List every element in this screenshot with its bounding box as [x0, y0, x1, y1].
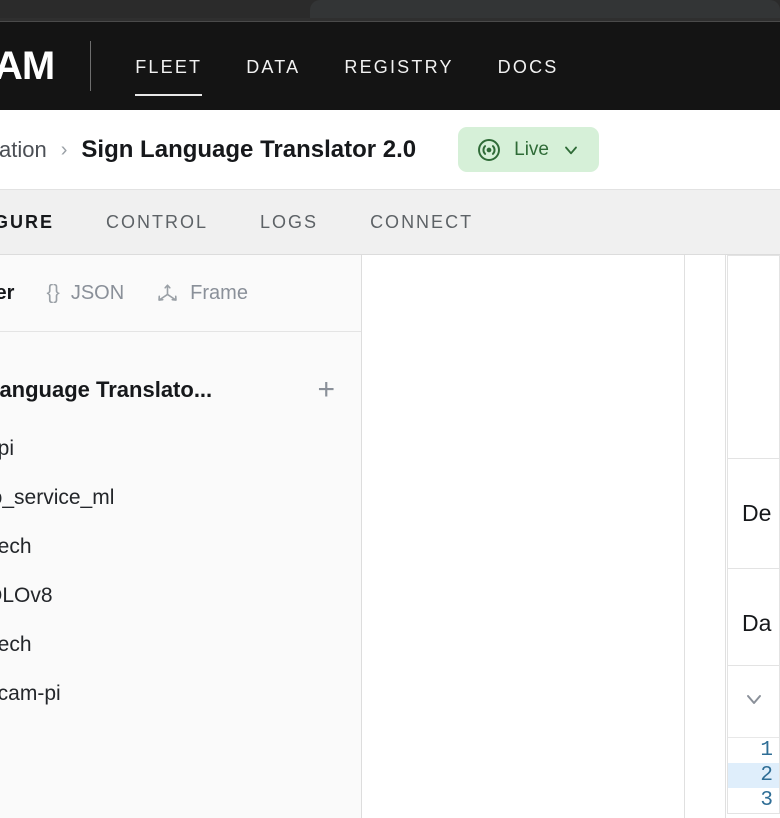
config-sidebar: ler {} JSON Frame Language Translato... …: [0, 255, 362, 818]
resource-label: lo_service_ml: [0, 486, 114, 510]
resource-label: eech: [0, 535, 32, 559]
list-item[interactable]: OLOv8: [0, 571, 361, 620]
chevron-down-icon[interactable]: [742, 687, 766, 716]
tab-logs[interactable]: LOGS: [234, 212, 344, 233]
mode-builder-label: ler: [0, 282, 14, 305]
right-panel-cards: De Da: [727, 255, 780, 679]
mode-frame-label: Frame: [190, 282, 248, 305]
code-line-number: 2: [728, 763, 779, 788]
resource-label: i-pi: [0, 437, 14, 461]
mode-frame[interactable]: Frame: [140, 282, 264, 305]
breadcrumb-parent[interactable]: cation: [0, 137, 47, 163]
resource-label: OLOv8: [0, 584, 53, 608]
panel-card-title: De: [742, 500, 771, 527]
breadcrumb-separator-icon: ›: [61, 140, 68, 160]
frame-axes-icon: [156, 282, 179, 305]
viam-logo[interactable]: AM: [0, 46, 54, 86]
tab-connect[interactable]: CONNECT: [344, 212, 499, 233]
add-resource-button[interactable]: +: [317, 375, 335, 405]
page-title: Sign Language Translator 2.0: [81, 136, 416, 164]
tab-configure[interactable]: GURE: [0, 212, 80, 233]
broadcast-icon: [476, 137, 502, 163]
nav-item-docs[interactable]: DOCS: [476, 51, 581, 82]
browser-chrome-strip: [0, 0, 780, 22]
resource-label: i-cam-pi: [0, 682, 61, 706]
list-item[interactable]: i-cam-pi: [0, 669, 361, 718]
resource-tree-list: i-pi lo_service_ml eech OLOv8 eech i-cam…: [0, 424, 361, 718]
status-badge[interactable]: Live: [458, 127, 599, 172]
code-editor-card: 1 2 3: [727, 665, 780, 814]
panel-card-title: Da: [742, 610, 771, 637]
list-item[interactable]: eech: [0, 522, 361, 571]
list-item[interactable]: lo_service_ml: [0, 473, 361, 522]
editor-mode-switch: ler {} JSON Frame: [0, 255, 361, 332]
chevron-down-icon[interactable]: [561, 140, 581, 160]
config-detail-panel: [363, 255, 685, 818]
tab-control[interactable]: CONTROL: [80, 212, 234, 233]
mode-json[interactable]: {} JSON: [30, 282, 140, 305]
list-item[interactable]: eech: [0, 620, 361, 669]
nav-item-data[interactable]: DATA: [224, 51, 322, 82]
right-panel-rail: [686, 255, 726, 818]
resource-label: eech: [0, 633, 32, 657]
code-editor-header[interactable]: [728, 666, 779, 738]
nav-item-fleet[interactable]: FLEET: [113, 51, 224, 82]
browser-tab[interactable]: [310, 0, 780, 18]
header-divider: [90, 41, 91, 91]
panel-card[interactable]: [727, 255, 780, 459]
status-badge-label: Live: [514, 139, 549, 161]
panel-card[interactable]: Da: [727, 569, 780, 679]
mode-json-label: JSON: [71, 282, 124, 305]
nav-item-registry[interactable]: REGISTRY: [322, 51, 475, 82]
app-header: AM FLEET DATA REGISTRY DOCS: [0, 22, 780, 110]
resource-tree-title: Language Translato...: [0, 377, 212, 403]
panel-card[interactable]: De: [727, 459, 780, 569]
code-line-number: 1: [728, 738, 779, 763]
mode-builder[interactable]: ler: [0, 282, 30, 305]
code-line-number: 3: [728, 788, 779, 813]
main-nav: FLEET DATA REGISTRY DOCS: [113, 51, 580, 82]
code-gutter: 1 2 3: [728, 738, 779, 813]
list-item[interactable]: i-pi: [0, 424, 361, 473]
resource-tree-header: Language Translato... +: [0, 357, 361, 422]
braces-icon: {}: [46, 282, 59, 305]
breadcrumb-bar: cation › Sign Language Translator 2.0 Li…: [0, 110, 780, 190]
section-tab-strip: GURE CONTROL LOGS CONNECT: [0, 190, 780, 255]
